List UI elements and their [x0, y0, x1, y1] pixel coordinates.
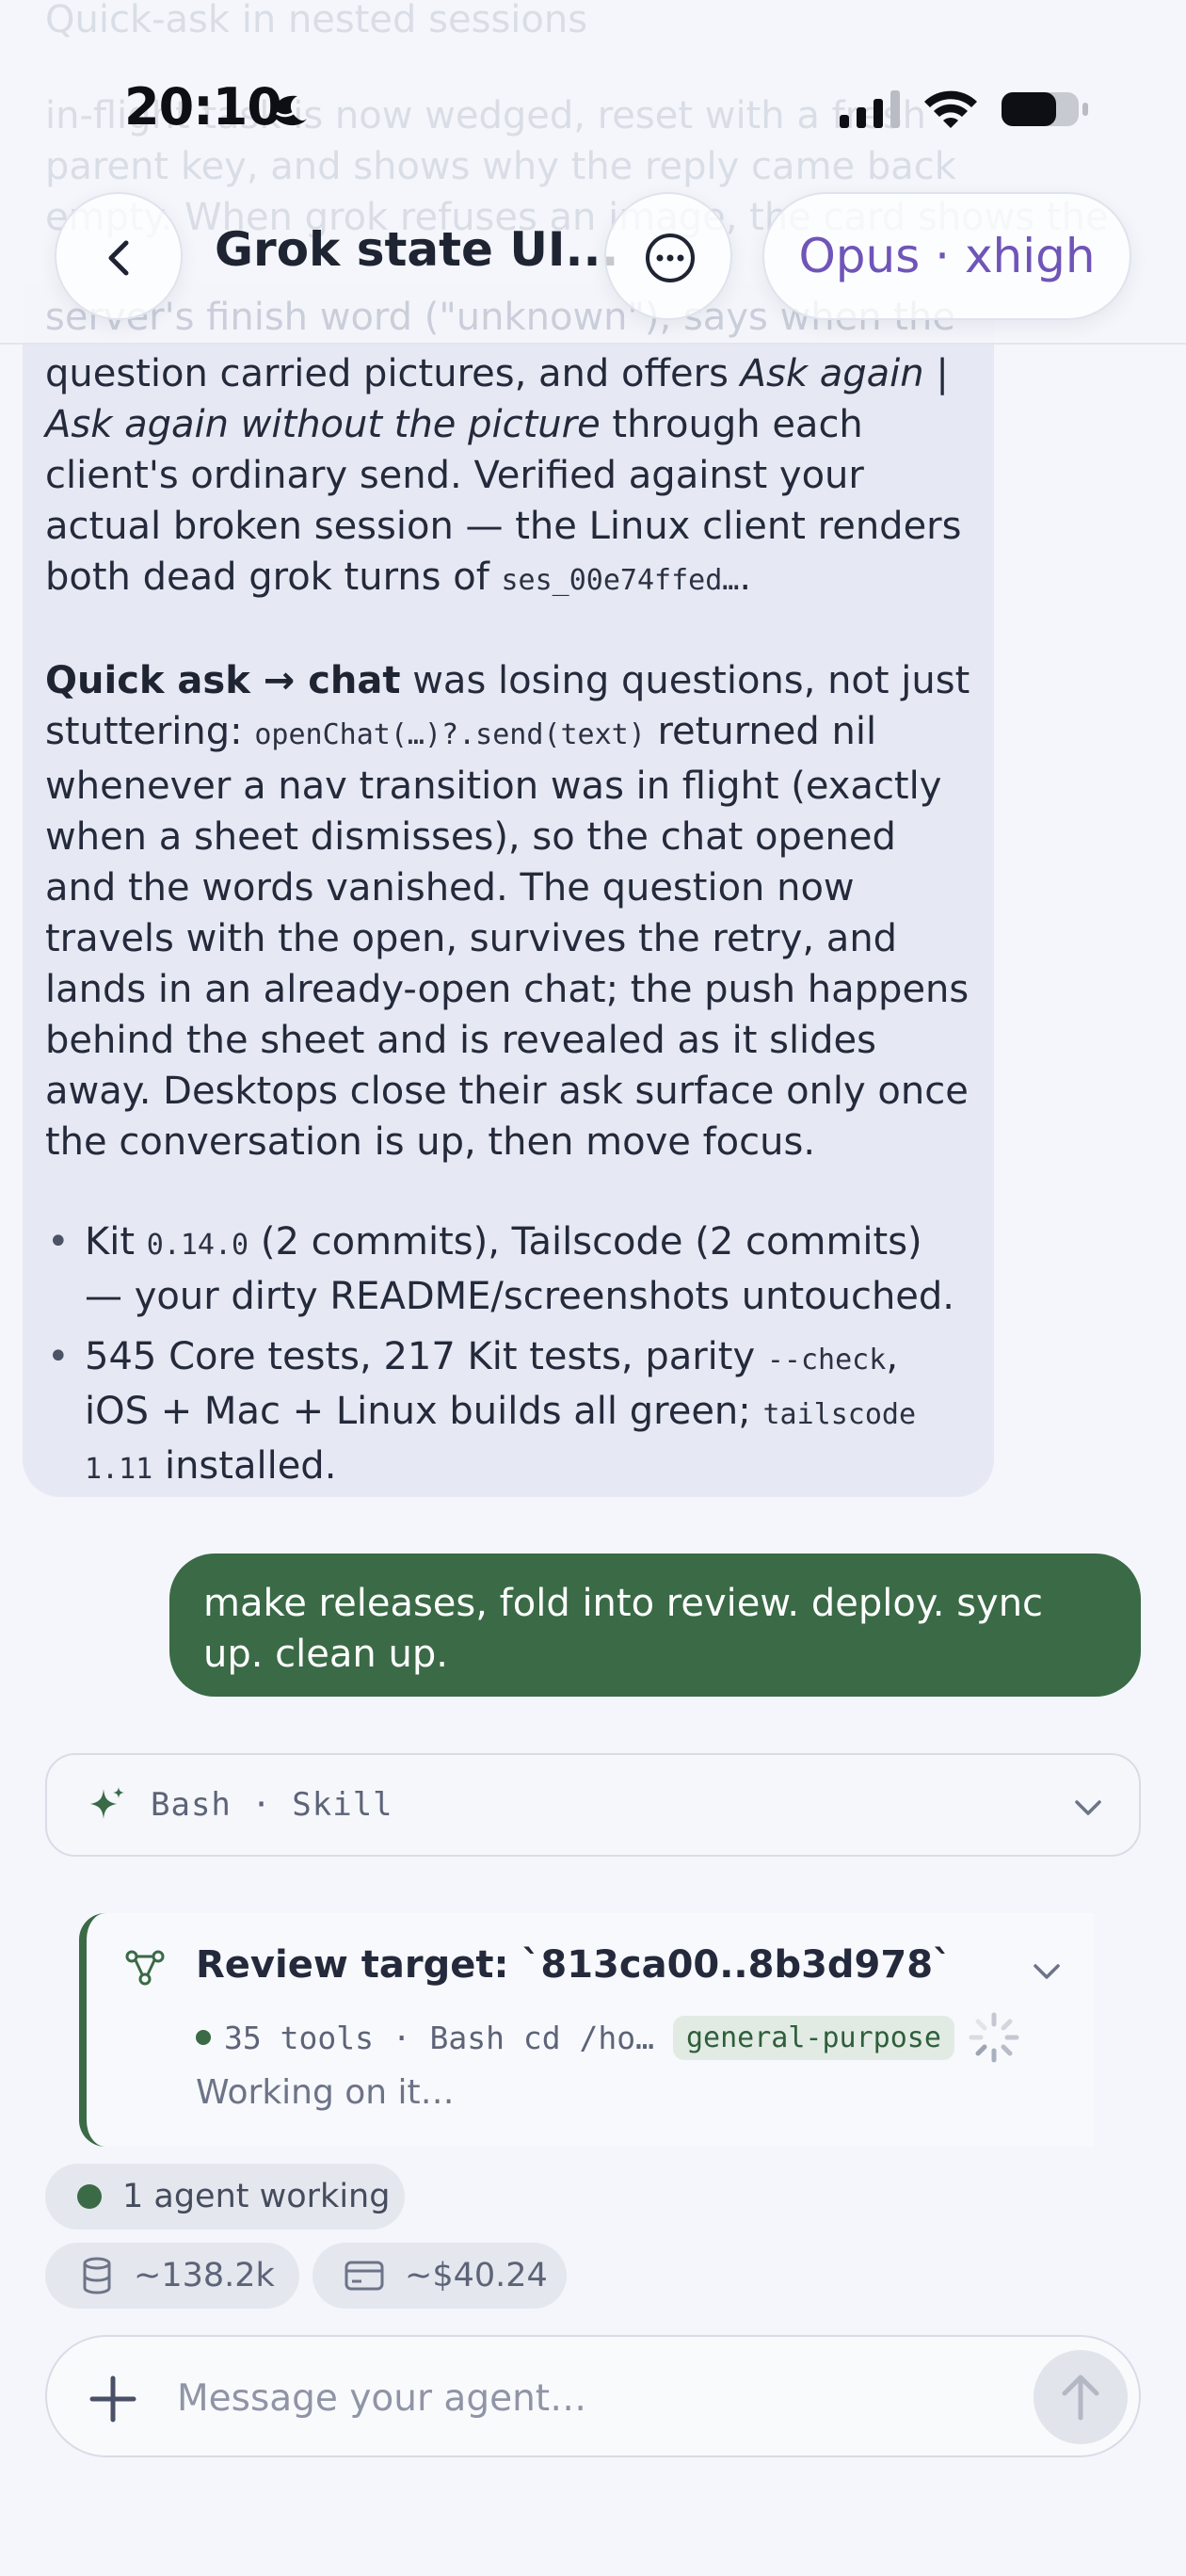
token-usage-chip[interactable]: ~138.2k — [45, 2243, 299, 2309]
text-span: . — [739, 555, 752, 599]
tool-calls-label: Bash · Skill — [151, 1786, 393, 1824]
list-item: Kit 0.14.0 (2 commits), Tailscode (2 com… — [45, 1216, 971, 1322]
status-dot — [77, 2184, 102, 2209]
message-composer — [45, 2335, 1141, 2457]
message-paragraph: Quick ask → chat was losing questions, n… — [45, 655, 971, 1167]
assistant-message: question carried pictures, and offers As… — [23, 282, 994, 1497]
database-icon — [83, 2257, 111, 2294]
chevron-down-icon[interactable] — [1071, 1791, 1105, 1825]
cost-chip[interactable]: ~$40.24 — [313, 2243, 567, 2309]
branch-icon — [125, 1950, 165, 1986]
more-options-button[interactable] — [604, 192, 732, 320]
bold-heading: Quick ask → chat — [45, 659, 401, 702]
clock: 20:10 — [124, 77, 282, 137]
battery-icon — [1002, 92, 1088, 126]
tool-calls-card[interactable]: Bash · Skill — [45, 1753, 1141, 1857]
chevron-down-icon[interactable] — [1030, 1955, 1064, 1988]
message-paragraph: question carried pictures, and offers As… — [45, 348, 971, 606]
ellipsis-circle-icon — [646, 233, 695, 282]
bullet-list: Kit 0.14.0 (2 commits), Tailscode (2 com… — [45, 1216, 971, 1495]
status-dot — [196, 2030, 211, 2045]
text-span: | — [923, 352, 949, 395]
ask-again-text: Ask again — [740, 352, 924, 395]
inline-code: 0.14.0 — [146, 1229, 249, 1262]
text-span: question carried pictures, and offers — [45, 352, 741, 395]
back-button[interactable] — [55, 192, 183, 320]
text-span: installed. — [152, 1444, 337, 1488]
message-input[interactable] — [177, 2365, 986, 2431]
credit-card-icon — [345, 2261, 384, 2291]
chevron-left-icon — [108, 240, 129, 276]
cellular-signal-icon — [840, 90, 900, 128]
arrow-up-icon — [1062, 2375, 1099, 2421]
subagent-meta: 35 tools · Bash cd /ho… general-purpose — [196, 2009, 1022, 2066]
chat-title[interactable]: Grok state UI... — [215, 222, 619, 277]
text-span: Kit — [85, 1220, 147, 1264]
inline-code: openChat(…)?.send(text) — [254, 718, 646, 751]
subagent-card[interactable]: Review target: `813ca00..8b3d978` 35 too… — [79, 1913, 1094, 2147]
inline-code: --check — [766, 1344, 887, 1377]
agents-working-chip[interactable]: 1 agent working — [45, 2164, 405, 2230]
ask-again-without-picture-text: Ask again without the picture — [45, 403, 601, 446]
model-selector-button[interactable]: Opus · xhigh — [762, 192, 1131, 320]
subagent-title: Review target: `813ca00..8b3d978` — [196, 1943, 953, 1987]
agents-working-label: 1 agent working — [122, 2178, 391, 2215]
agent-type-badge: general-purpose — [672, 2015, 954, 2060]
token-usage-value: ~138.2k — [134, 2257, 275, 2294]
send-button[interactable] — [1034, 2350, 1128, 2444]
spinner-icon — [969, 2012, 1019, 2063]
subagent-status: Working on it… — [196, 2073, 455, 2112]
list-item: 545 Core tests, 217 Kit tests, parity --… — [45, 1331, 971, 1495]
cost-value: ~$40.24 — [405, 2257, 548, 2294]
status-bar: 20:10 — [0, 0, 1186, 207]
focus-moon-icon — [273, 95, 307, 126]
sparkle-icon — [90, 1787, 124, 1819]
tool-count: 35 tools · Bash cd /ho… — [224, 2019, 654, 2056]
user-message: make releases, fold into review. deploy.… — [169, 1554, 1141, 1697]
wifi-icon — [924, 90, 977, 128]
text-span: returned nil whenever a nav transition w… — [45, 710, 970, 1164]
text-span: 545 Core tests, 217 Kit tests, parity — [85, 1335, 767, 1378]
assistant-message-text: question carried pictures, and offers As… — [45, 348, 971, 1495]
add-attachment-button[interactable] — [87, 2373, 139, 2425]
inline-code: ses_00e74ffed… — [501, 564, 740, 597]
